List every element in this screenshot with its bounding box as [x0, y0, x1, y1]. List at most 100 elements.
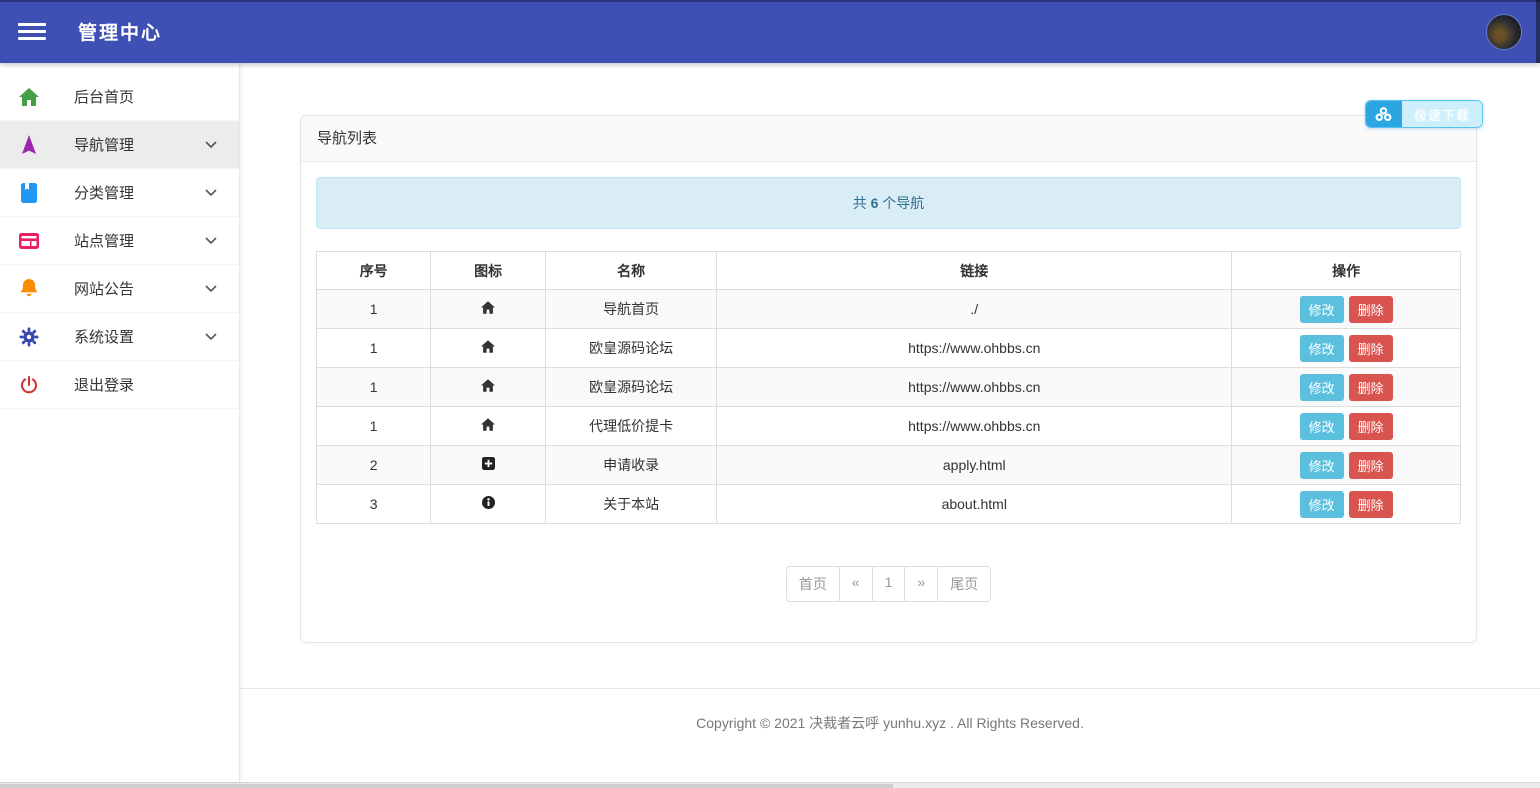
bell-icon: [18, 279, 40, 299]
sidebar-item-nav-manage[interactable]: 导航管理: [0, 121, 239, 169]
plus-square-icon: [431, 446, 545, 485]
cell-link: https://www.ohbbs.cn: [717, 407, 1232, 446]
sidebar-item-label: 系统设置: [74, 326, 134, 347]
table-row: 2 申请收录 apply.html 修改删除: [317, 446, 1461, 485]
sidebar-item-label: 分类管理: [74, 182, 134, 203]
netdisk-circles-icon: [1366, 101, 1402, 127]
gear-icon: [18, 327, 40, 347]
edit-button[interactable]: 修改: [1300, 491, 1344, 518]
pagination-last[interactable]: 尾页: [937, 566, 991, 602]
home-icon: [431, 407, 545, 446]
horizontal-scrollbar[interactable]: [0, 782, 1540, 788]
cell-index: 1: [317, 407, 431, 446]
download-overlay-button[interactable]: 极速下载: [1365, 100, 1483, 128]
sidebar-item-label: 退出登录: [74, 374, 134, 395]
pagination-prev[interactable]: «: [839, 566, 873, 602]
sidebar-item-settings[interactable]: 系统设置: [0, 313, 239, 361]
site-window-icon: [18, 233, 40, 249]
nav-table: 序号 图标 名称 链接 操作 1 导航首页 ./ 修改删除: [316, 251, 1461, 524]
table-header-row: 序号 图标 名称 链接 操作: [317, 252, 1461, 290]
table-row: 3 关于本站 about.html 修改删除: [317, 485, 1461, 524]
sidebar-item-announcement[interactable]: 网站公告: [0, 265, 239, 313]
edit-button[interactable]: 修改: [1300, 452, 1344, 479]
edit-button[interactable]: 修改: [1300, 374, 1344, 401]
col-header-index: 序号: [317, 252, 431, 290]
top-header: 管理中心: [0, 0, 1540, 63]
table-row: 1 代理低价提卡 https://www.ohbbs.cn 修改删除: [317, 407, 1461, 446]
sidebar-item-label: 后台首页: [74, 86, 134, 107]
cell-name: 关于本站: [545, 485, 717, 524]
delete-button[interactable]: 删除: [1349, 296, 1393, 323]
overlay-button-label: 极速下载: [1402, 101, 1482, 127]
cell-link: https://www.ohbbs.cn: [717, 368, 1232, 407]
sidebar-item-label: 网站公告: [74, 278, 134, 299]
scrollbar-thumb[interactable]: [0, 784, 893, 788]
sidebar-item-dashboard[interactable]: 后台首页: [0, 73, 239, 121]
book-icon: [18, 183, 40, 203]
delete-button[interactable]: 删除: [1349, 335, 1393, 362]
cell-name: 欧皇源码论坛: [545, 368, 717, 407]
pagination-page-1[interactable]: 1: [872, 566, 906, 602]
cell-index: 2: [317, 446, 431, 485]
cell-name: 代理低价提卡: [545, 407, 717, 446]
power-icon: [18, 375, 40, 395]
sidebar-item-logout[interactable]: 退出登录: [0, 361, 239, 409]
pagination: 首页 « 1 » 尾页: [316, 566, 1461, 602]
user-avatar[interactable]: [1487, 15, 1521, 49]
cell-actions: 修改删除: [1232, 485, 1461, 524]
nav-list-panel: 导航列表 共 6 个导航 序号 图标 名称 链接 操作 1: [300, 115, 1477, 643]
delete-button[interactable]: 删除: [1349, 374, 1393, 401]
cell-link: apply.html: [717, 446, 1232, 485]
edit-button[interactable]: 修改: [1300, 335, 1344, 362]
home-icon: [431, 329, 545, 368]
cell-link: about.html: [717, 485, 1232, 524]
cell-link: ./: [717, 290, 1232, 329]
edit-button[interactable]: 修改: [1300, 296, 1344, 323]
navigation-arrow-icon: [18, 135, 40, 155]
cell-actions: 修改删除: [1232, 446, 1461, 485]
cell-link: https://www.ohbbs.cn: [717, 329, 1232, 368]
cell-name: 申请收录: [545, 446, 717, 485]
cell-index: 1: [317, 368, 431, 407]
nav-count-alert: 共 6 个导航: [316, 177, 1461, 229]
app-title: 管理中心: [78, 18, 162, 45]
panel-title: 导航列表: [301, 116, 1476, 162]
col-header-link: 链接: [717, 252, 1232, 290]
edit-button[interactable]: 修改: [1300, 413, 1344, 440]
cell-index: 1: [317, 290, 431, 329]
col-header-icon: 图标: [431, 252, 545, 290]
home-icon: [431, 290, 545, 329]
cell-index: 3: [317, 485, 431, 524]
chevron-down-icon: [205, 141, 217, 149]
pagination-next[interactable]: »: [904, 566, 938, 602]
pagination-first[interactable]: 首页: [786, 566, 840, 602]
main-content: 导航列表 共 6 个导航 序号 图标 名称 链接 操作 1: [240, 63, 1540, 782]
sidebar-item-label: 站点管理: [74, 230, 134, 251]
info-circle-icon: [431, 485, 545, 524]
chevron-down-icon: [205, 333, 217, 341]
cell-actions: 修改删除: [1232, 329, 1461, 368]
sidebar-item-category-manage[interactable]: 分类管理: [0, 169, 239, 217]
footer: Copyright © 2021 决裁者云呼 yunhu.xyz . All R…: [240, 688, 1540, 783]
table-row: 1 导航首页 ./ 修改删除: [317, 290, 1461, 329]
delete-button[interactable]: 删除: [1349, 452, 1393, 479]
delete-button[interactable]: 删除: [1349, 491, 1393, 518]
copyright-text: Copyright © 2021 决裁者云呼 yunhu.xyz . All R…: [696, 715, 1084, 731]
table-row: 1 欧皇源码论坛 https://www.ohbbs.cn 修改删除: [317, 368, 1461, 407]
cell-name: 导航首页: [545, 290, 717, 329]
cell-actions: 修改删除: [1232, 407, 1461, 446]
menu-toggle-icon[interactable]: [18, 19, 46, 44]
cell-index: 1: [317, 329, 431, 368]
cell-actions: 修改删除: [1232, 368, 1461, 407]
chevron-down-icon: [205, 237, 217, 245]
cell-actions: 修改删除: [1232, 290, 1461, 329]
col-header-actions: 操作: [1232, 252, 1461, 290]
sidebar-item-site-manage[interactable]: 站点管理: [0, 217, 239, 265]
home-icon: [431, 368, 545, 407]
delete-button[interactable]: 删除: [1349, 413, 1393, 440]
table-row: 1 欧皇源码论坛 https://www.ohbbs.cn 修改删除: [317, 329, 1461, 368]
cell-name: 欧皇源码论坛: [545, 329, 717, 368]
home-icon: [18, 88, 40, 106]
chevron-down-icon: [205, 285, 217, 293]
sidebar-item-label: 导航管理: [74, 134, 134, 155]
